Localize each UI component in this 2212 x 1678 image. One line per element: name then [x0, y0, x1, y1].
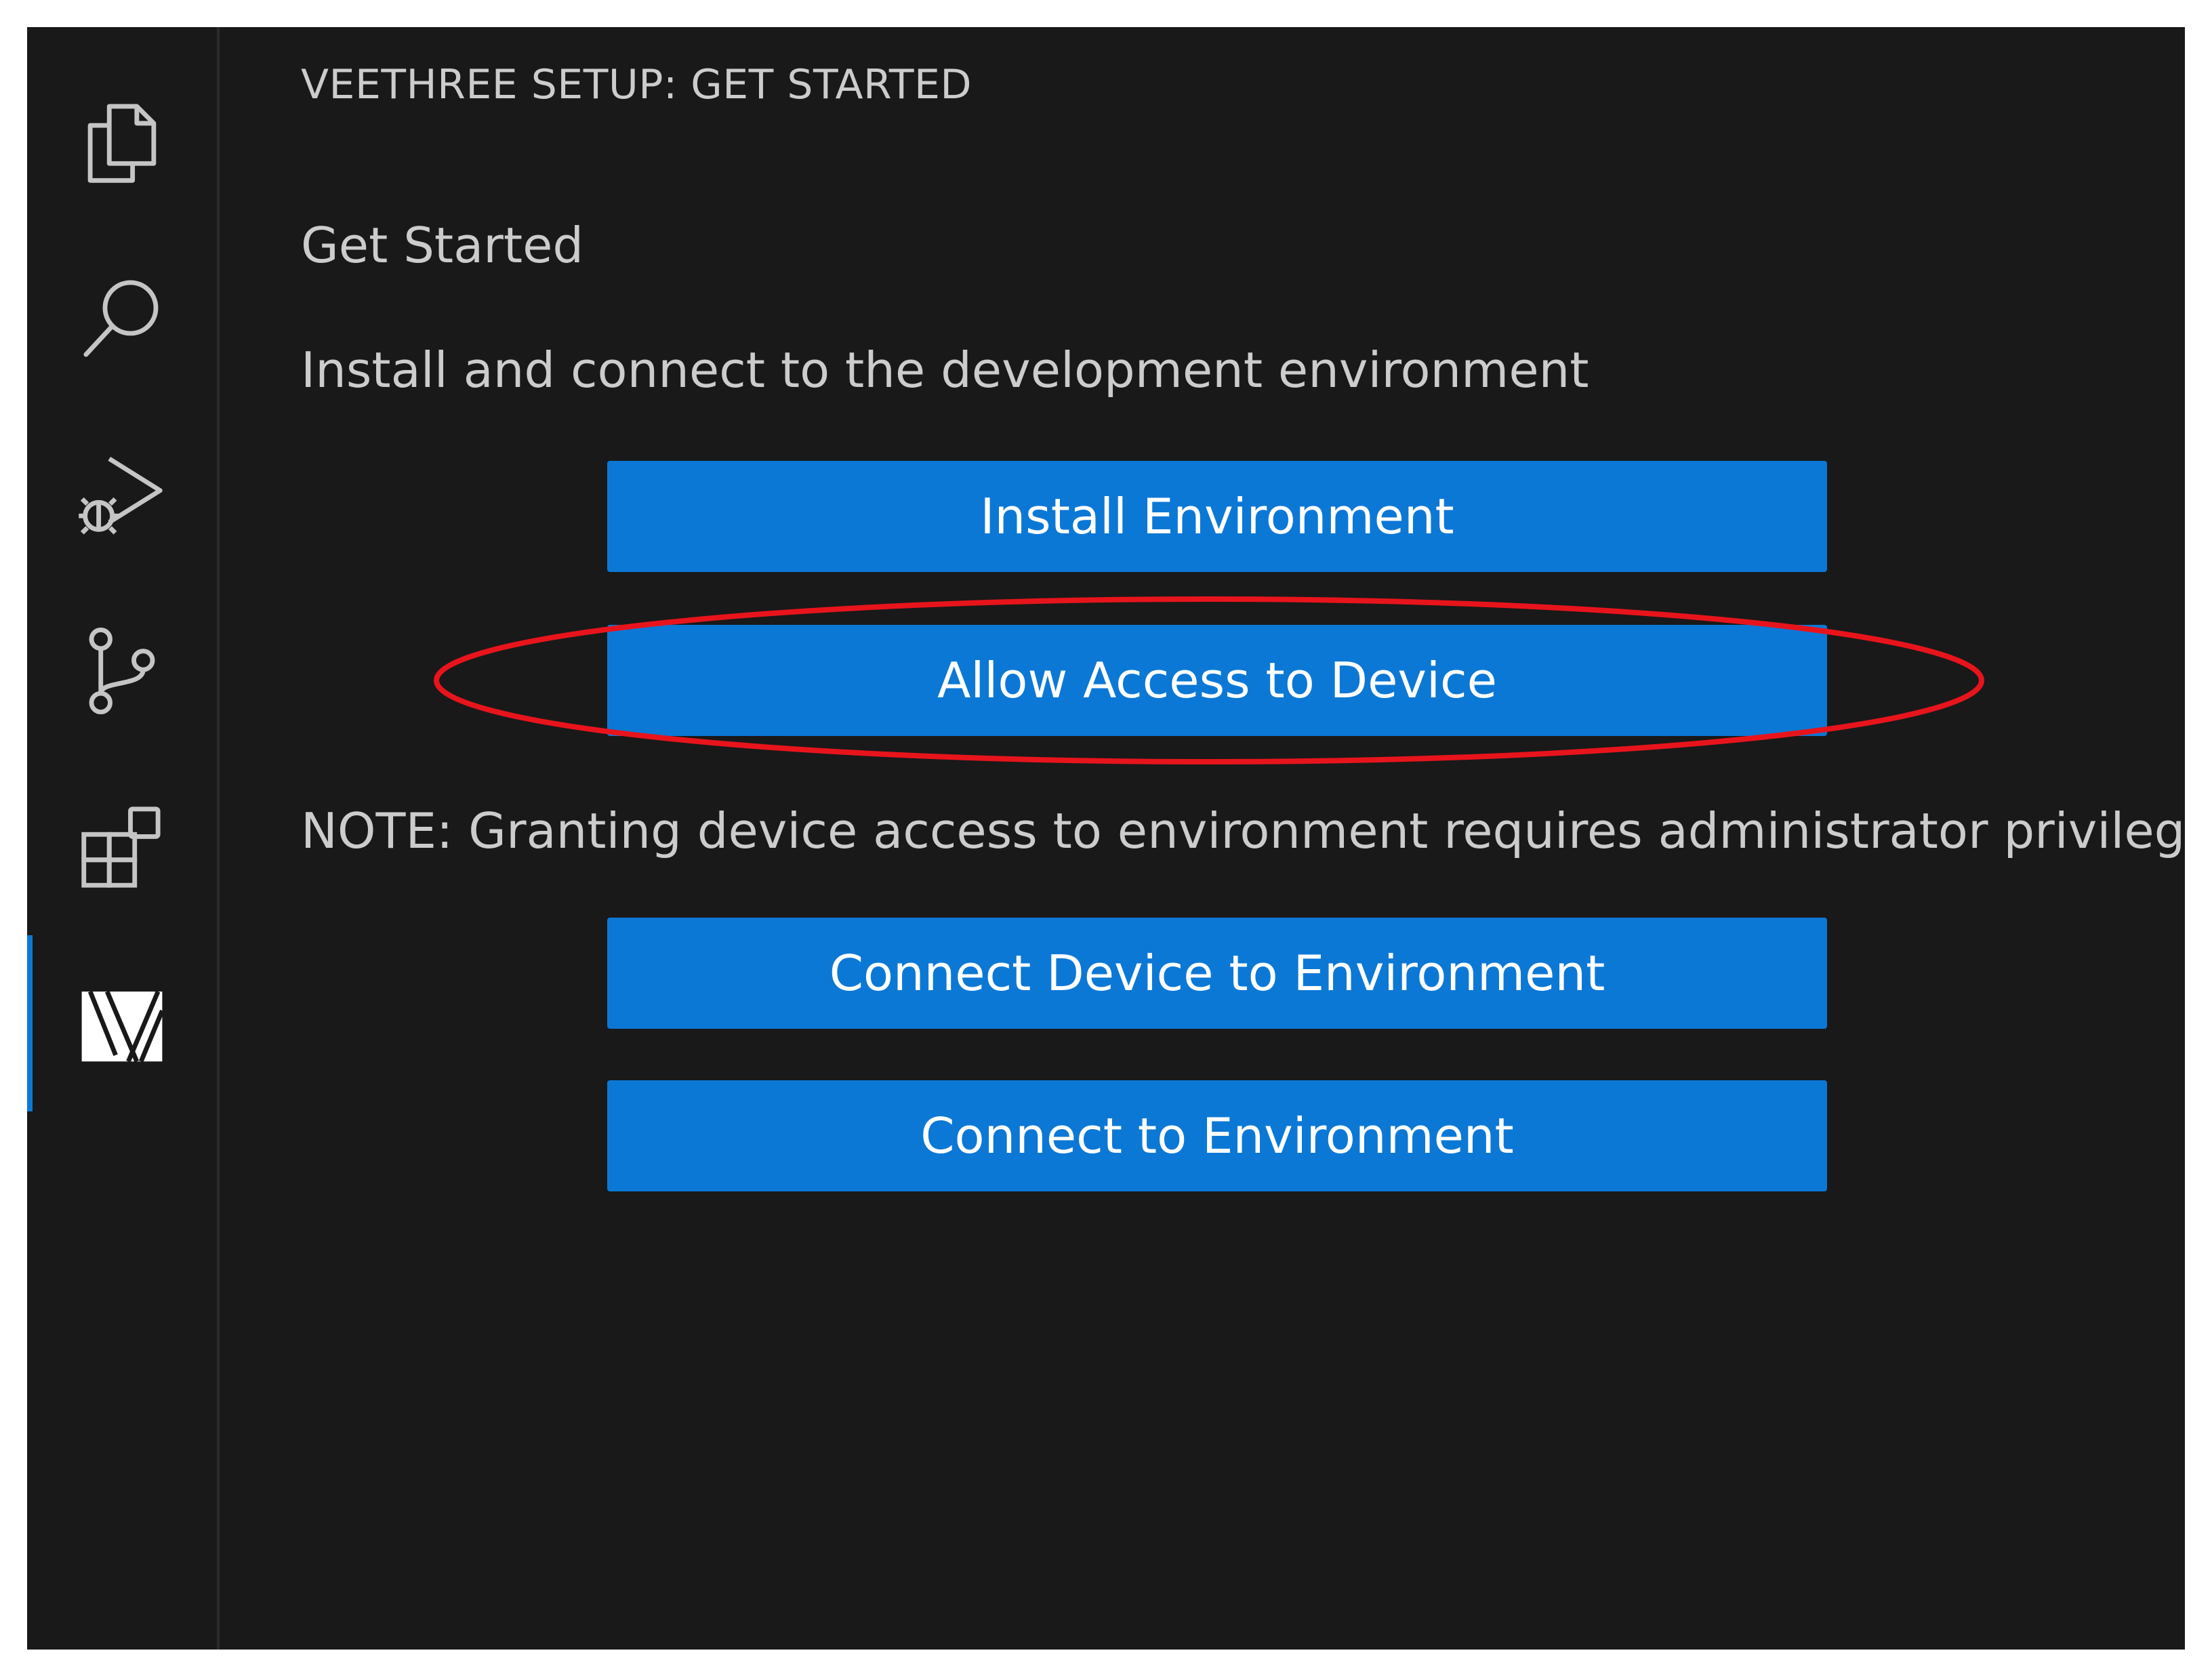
veethree-setup-panel: VEETHREE SETUP: GET STARTED Get Started … [220, 27, 2185, 1650]
search-icon [83, 280, 159, 357]
editor-window: VEETHREE SETUP: GET STARTED Get Started … [27, 27, 2185, 1650]
activity-run-debug[interactable] [27, 407, 217, 583]
connect-to-environment-button[interactable]: Connect to Environment [607, 1080, 1827, 1191]
section-description: Install and connect to the development e… [301, 342, 1589, 398]
activity-explorer[interactable] [27, 54, 217, 230]
admin-privileges-note: NOTE: Granting device access to environm… [301, 802, 2185, 859]
extensions-icon [81, 806, 161, 888]
activity-extensions[interactable] [27, 759, 217, 935]
activity-bar [27, 27, 220, 1650]
section-heading: Get Started [301, 217, 584, 274]
files-icon [87, 104, 157, 183]
install-environment-button[interactable]: Install Environment [607, 461, 1827, 572]
connect-device-to-environment-button[interactable]: Connect Device to Environment [607, 918, 1827, 1029]
veethree-logo-icon [81, 990, 165, 1063]
allow-access-to-device-button[interactable]: Allow Access to Device [607, 625, 1827, 736]
run-debug-icon [79, 456, 163, 535]
activity-source-control[interactable] [27, 583, 217, 759]
source-control-icon [89, 627, 155, 715]
activity-search[interactable] [27, 230, 217, 407]
panel-title: VEETHREE SETUP: GET STARTED [301, 61, 972, 108]
activity-veethree[interactable] [27, 935, 217, 1111]
